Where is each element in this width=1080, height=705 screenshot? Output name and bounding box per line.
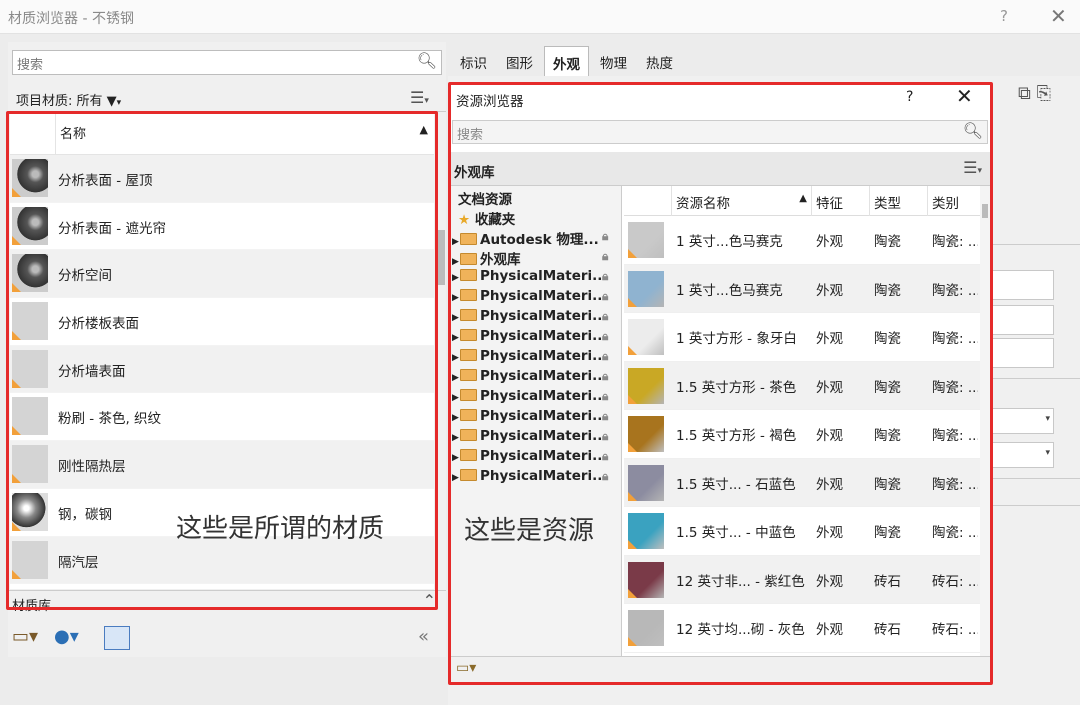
divider (992, 478, 1080, 479)
help-button[interactable]: ? (1000, 7, 1008, 25)
property-field[interactable] (992, 338, 1054, 368)
window-title: 材质浏览器 - 不锈钢 (8, 11, 134, 27)
divider (992, 244, 1080, 245)
asset-browser-toggle-icon[interactable] (104, 626, 130, 650)
library-folder-icon[interactable]: ▭▾ (12, 626, 38, 647)
tab-2[interactable]: 外观 (544, 46, 589, 76)
close-button[interactable]: ✕ (1050, 4, 1067, 28)
property-dropdown[interactable]: ▾ (992, 408, 1054, 434)
search-icon[interactable]: 🔍︎ (417, 51, 437, 70)
property-dropdown[interactable]: ▾ (992, 442, 1054, 468)
divider (992, 505, 1080, 506)
assets-annotation: 这些是资源 (464, 516, 595, 546)
property-field[interactable] (992, 305, 1054, 335)
tab-4[interactable]: 热度 (638, 46, 681, 76)
create-material-icon[interactable]: ●▾ (54, 626, 79, 647)
tab-0[interactable]: 标识 (452, 46, 495, 76)
left-toolbar: ▭▾ ●▾ « (8, 620, 446, 654)
list-view-icon[interactable]: ☰▾ (410, 88, 429, 107)
editor-tools-icons[interactable]: ⧉ ⎘ (1018, 83, 1051, 104)
search-placeholder: 搜索 (17, 58, 44, 73)
title-bar: 材质浏览器 - 不锈钢 ? ✕ (0, 0, 1080, 34)
materials-annotation: 这些是所谓的材质 (176, 514, 385, 544)
filter-icon[interactable]: ▼ (107, 94, 117, 109)
property-field[interactable] (992, 270, 1054, 300)
divider (992, 378, 1080, 379)
material-list-scrollbar[interactable] (437, 230, 445, 285)
tab-3[interactable]: 物理 (592, 46, 635, 76)
editor-tabs: 标识 图形 外观 物理 热度 (452, 46, 742, 76)
filter-label[interactable]: 项目材质: 所有 ▼▾ (16, 90, 121, 109)
filter-bar: 项目材质: 所有 ▼▾ ☰▾ (8, 84, 446, 112)
collapse-pane-icon[interactable]: « (418, 626, 429, 647)
tab-1[interactable]: 图形 (498, 46, 541, 76)
material-search-input[interactable]: 搜索 🔍︎ (12, 50, 442, 75)
assets-highlight (448, 82, 993, 685)
